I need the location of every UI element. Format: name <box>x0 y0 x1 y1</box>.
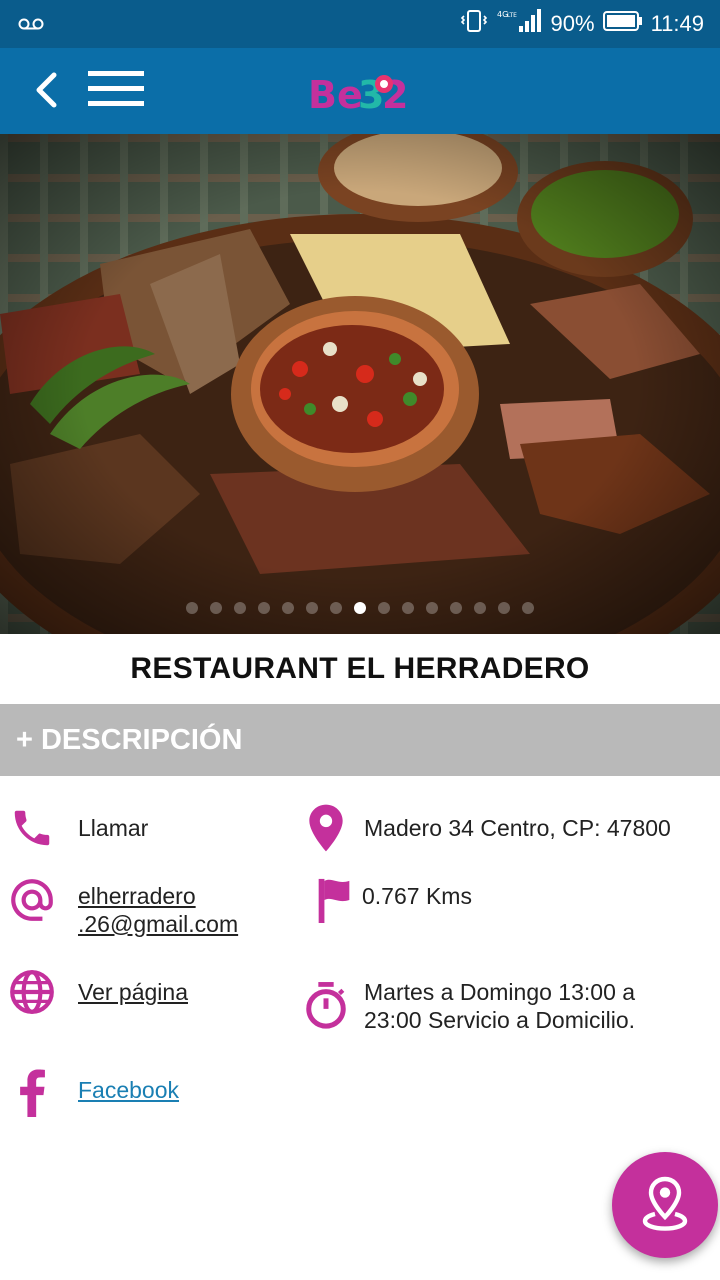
facebook-icon <box>4 1064 60 1120</box>
timer-icon <box>298 978 354 1034</box>
restaurant-name: RESTAURANT EL HERRADERO <box>130 652 590 685</box>
status-bar: 4G LTE 90% 11:49 <box>0 0 720 48</box>
carousel-indicators <box>0 602 720 614</box>
chevron-left-icon <box>34 72 58 113</box>
hours-info: Martes a Domingo 13:00 a 23:00 Servicio … <box>298 978 718 1034</box>
website-link[interactable]: Ver página <box>78 978 188 1006</box>
website-action[interactable]: Ver página <box>4 964 294 1020</box>
facebook-action[interactable]: Facebook <box>4 1064 294 1120</box>
carousel-dot[interactable] <box>306 602 318 614</box>
map-pin-icon <box>298 800 354 856</box>
globe-icon <box>4 964 60 1020</box>
description-toggle[interactable]: + DESCRIPCIÓN <box>0 704 720 776</box>
food-platter-photo <box>0 134 720 634</box>
carousel-dot[interactable] <box>426 602 438 614</box>
email-action[interactable]: elherradero .26@gmail.com <box>4 872 294 938</box>
battery-percent: 90% <box>550 11 595 36</box>
carousel-dot[interactable] <box>450 602 462 614</box>
hours-line2: 23:00 Servicio a Domicilio. <box>364 1007 636 1033</box>
flag-icon <box>306 872 362 928</box>
hours-line1: Martes a Domingo 13:00 a <box>364 979 636 1005</box>
carousel-dot[interactable] <box>474 602 486 614</box>
voicemail-icon <box>18 14 44 39</box>
distance-text: 0.767 Kms <box>362 883 472 909</box>
app-logo: Be 3 2 <box>306 73 416 117</box>
carousel-dot[interactable] <box>378 602 390 614</box>
distance-info: 0.767 Kms <box>306 872 718 928</box>
svg-text:Be: Be <box>308 74 363 114</box>
carousel-dot[interactable] <box>354 602 366 614</box>
call-action[interactable]: Llamar <box>4 800 294 856</box>
facebook-link[interactable]: Facebook <box>78 1076 179 1104</box>
app-bar: Be 3 2 <box>0 48 720 134</box>
svg-text:LTE: LTE <box>507 12 517 19</box>
at-icon <box>4 872 60 928</box>
email-link-line2[interactable]: .26@gmail.com <box>78 910 238 938</box>
carousel-dot[interactable] <box>210 602 222 614</box>
carousel-dot[interactable] <box>234 602 246 614</box>
address-text: Madero 34 Centro, CP: 47800 <box>364 815 671 841</box>
carousel-dot[interactable] <box>282 602 294 614</box>
carousel-dot[interactable] <box>186 602 198 614</box>
carousel-dot[interactable] <box>402 602 414 614</box>
carousel-dot[interactable] <box>330 602 342 614</box>
hero-image-carousel[interactable] <box>0 134 720 634</box>
clock: 11:49 <box>650 11 704 36</box>
carousel-dot[interactable] <box>522 602 534 614</box>
phone-icon <box>4 800 60 856</box>
map-location-fab[interactable] <box>612 1152 718 1258</box>
network-signal-icon: 4G LTE <box>497 8 543 40</box>
hamburger-icon <box>88 69 144 114</box>
back-button[interactable] <box>22 68 70 116</box>
menu-button[interactable] <box>86 66 146 116</box>
email-link-line1[interactable]: elherradero <box>78 882 238 910</box>
vibrate-icon <box>459 9 489 39</box>
battery-icon <box>602 10 643 38</box>
call-label: Llamar <box>78 815 149 841</box>
map-location-icon <box>640 1175 690 1236</box>
carousel-dot[interactable] <box>258 602 270 614</box>
carousel-dot[interactable] <box>498 602 510 614</box>
address-action[interactable]: Madero 34 Centro, CP: 47800 <box>298 800 718 856</box>
